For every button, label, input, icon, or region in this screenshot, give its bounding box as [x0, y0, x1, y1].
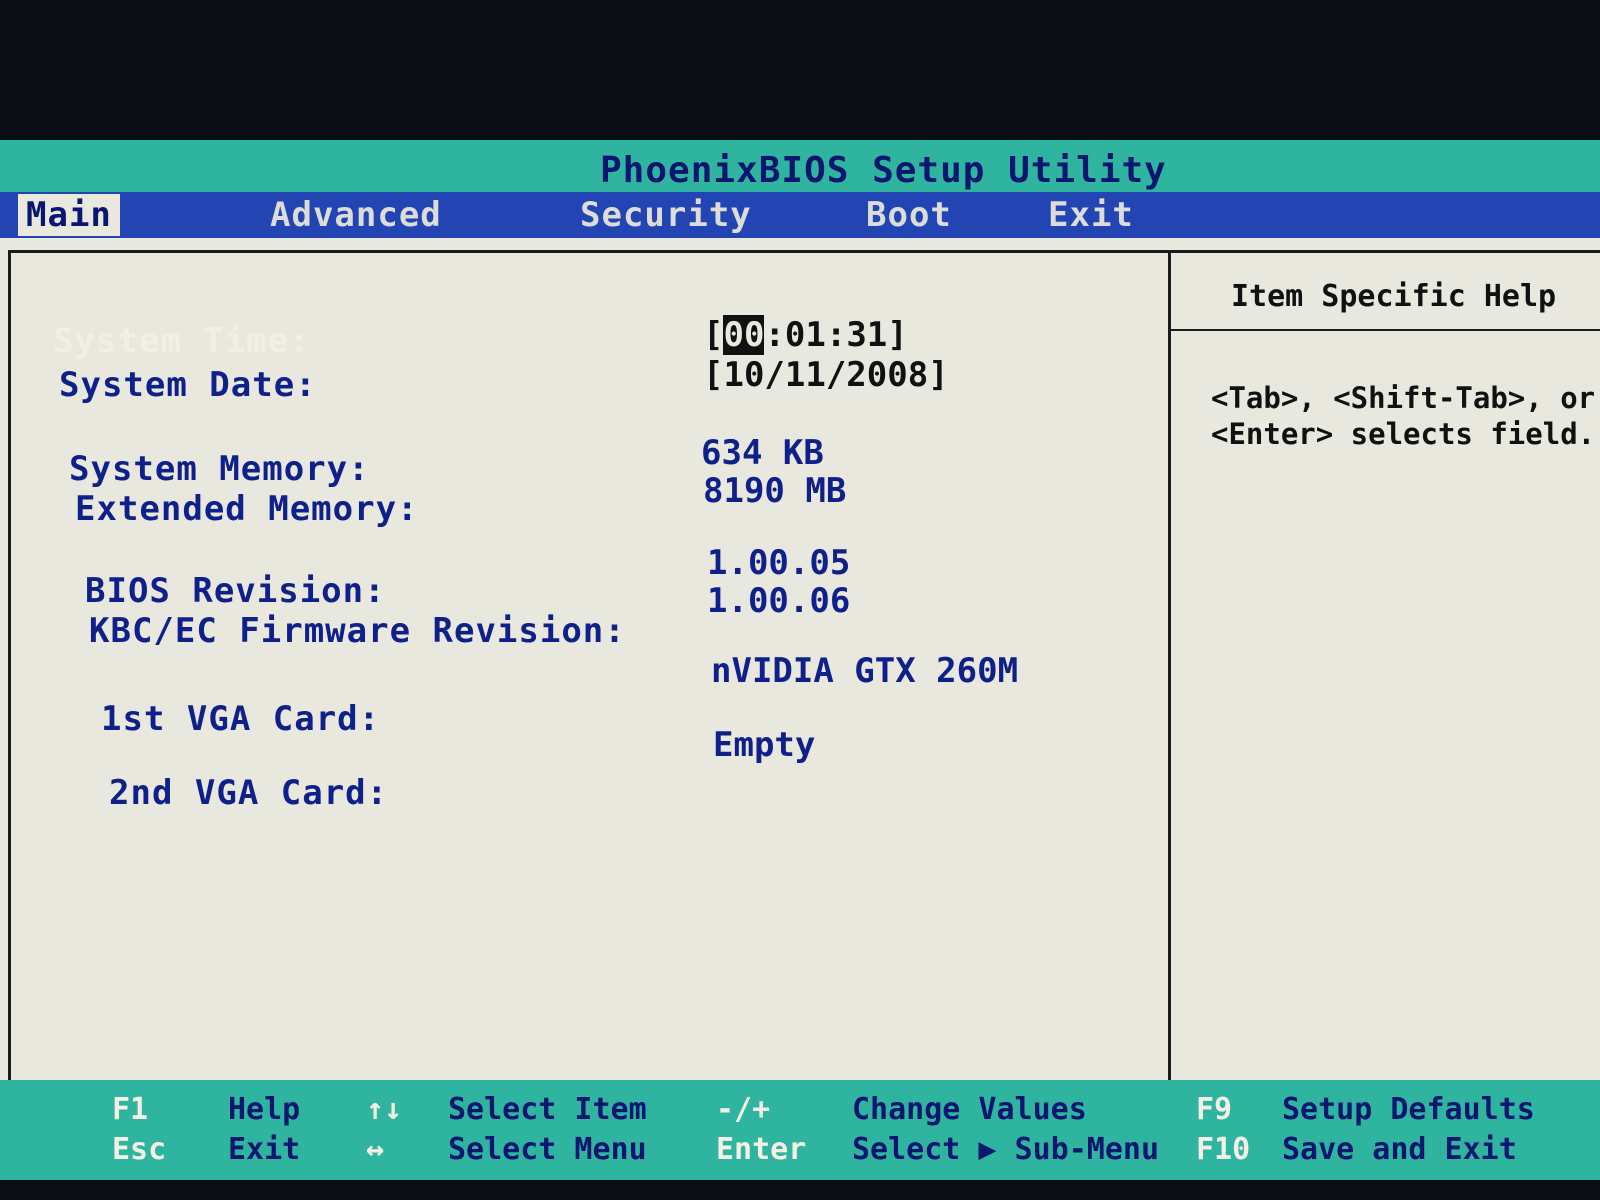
kbc-ec-firmware-value: 1.00.06 [707, 581, 851, 621]
system-memory-value: 634 KB [701, 433, 824, 473]
system-time-label[interactable]: System Time: [53, 321, 311, 361]
second-vga-card-value: Empty [713, 725, 816, 765]
tab-advanced[interactable]: Advanced [262, 194, 450, 236]
key-left-right-desc: Select Menu [448, 1132, 647, 1167]
key-f10: F10 [1196, 1132, 1251, 1167]
system-time-bracket-open: [ [703, 315, 724, 355]
key-f9-desc: Setup Defaults [1282, 1092, 1535, 1127]
key-esc-desc: Exit [228, 1132, 301, 1167]
window-title: PhoenixBIOS Setup Utility [600, 150, 1167, 191]
key-f9: F9 [1196, 1092, 1233, 1127]
kbc-ec-firmware-label: KBC/EC Firmware Revision: [89, 611, 626, 651]
tab-security[interactable]: Security [572, 194, 760, 236]
second-vga-card-label: 2nd VGA Card: [109, 773, 389, 813]
system-date-value[interactable]: [10/11/2008] [703, 355, 949, 395]
help-text-line-2: <Enter> selects field. [1211, 417, 1596, 451]
help-text-line-1: <Tab>, <Shift-Tab>, or [1211, 381, 1596, 415]
key-f10-desc: Save and Exit [1282, 1132, 1517, 1167]
system-time-rest: :01:31] [764, 315, 908, 355]
key-left-right-arrows: ↔ [366, 1132, 385, 1167]
menu-bar: Main Advanced Security Boot Exit [0, 192, 1600, 238]
key-minus-plus: -/+ [716, 1092, 771, 1127]
item-help-panel: Item Specific Help <Tab>, <Shift-Tab>, o… [1168, 250, 1600, 1083]
main-settings-panel: System Time: [00:01:31] System Date: [10… [8, 250, 1171, 1113]
help-title: Item Specific Help [1231, 279, 1557, 314]
key-f1-desc: Help [228, 1092, 301, 1127]
key-up-down-arrows: ↑↓ [366, 1092, 403, 1127]
key-f1: F1 [112, 1092, 149, 1127]
first-vga-card-value: nVIDIA GTX 260M [711, 651, 1019, 691]
key-enter: Enter [716, 1132, 807, 1167]
system-date-label[interactable]: System Date: [59, 365, 317, 405]
key-minus-plus-desc: Change Values [852, 1092, 1087, 1127]
bios-revision-label: BIOS Revision: [85, 571, 386, 611]
tab-exit[interactable]: Exit [1040, 194, 1142, 236]
tab-boot[interactable]: Boot [858, 194, 960, 236]
help-divider [1171, 329, 1600, 331]
bios-revision-value: 1.00.05 [707, 543, 851, 583]
title-bar: PhoenixBIOS Setup Utility [0, 140, 1600, 192]
key-legend-footer: F1 Help Esc Exit ↑↓ Select Item ↔ Select… [0, 1080, 1600, 1180]
first-vga-card-label: 1st VGA Card: [101, 699, 381, 739]
system-time-value[interactable]: [00:01:31] [703, 315, 908, 355]
extended-memory-value: 8190 MB [703, 471, 847, 511]
system-memory-label: System Memory: [69, 449, 370, 489]
extended-memory-label: Extended Memory: [75, 489, 419, 529]
tab-main[interactable]: Main [18, 194, 120, 236]
system-time-hour-cursor[interactable]: 00 [723, 315, 765, 355]
key-up-down-desc: Select Item [448, 1092, 647, 1127]
bios-screen: PhoenixBIOS Setup Utility Main Advanced … [0, 140, 1600, 1180]
key-enter-desc: Select ▶ Sub-Menu [852, 1132, 1160, 1167]
key-esc: Esc [112, 1132, 167, 1167]
